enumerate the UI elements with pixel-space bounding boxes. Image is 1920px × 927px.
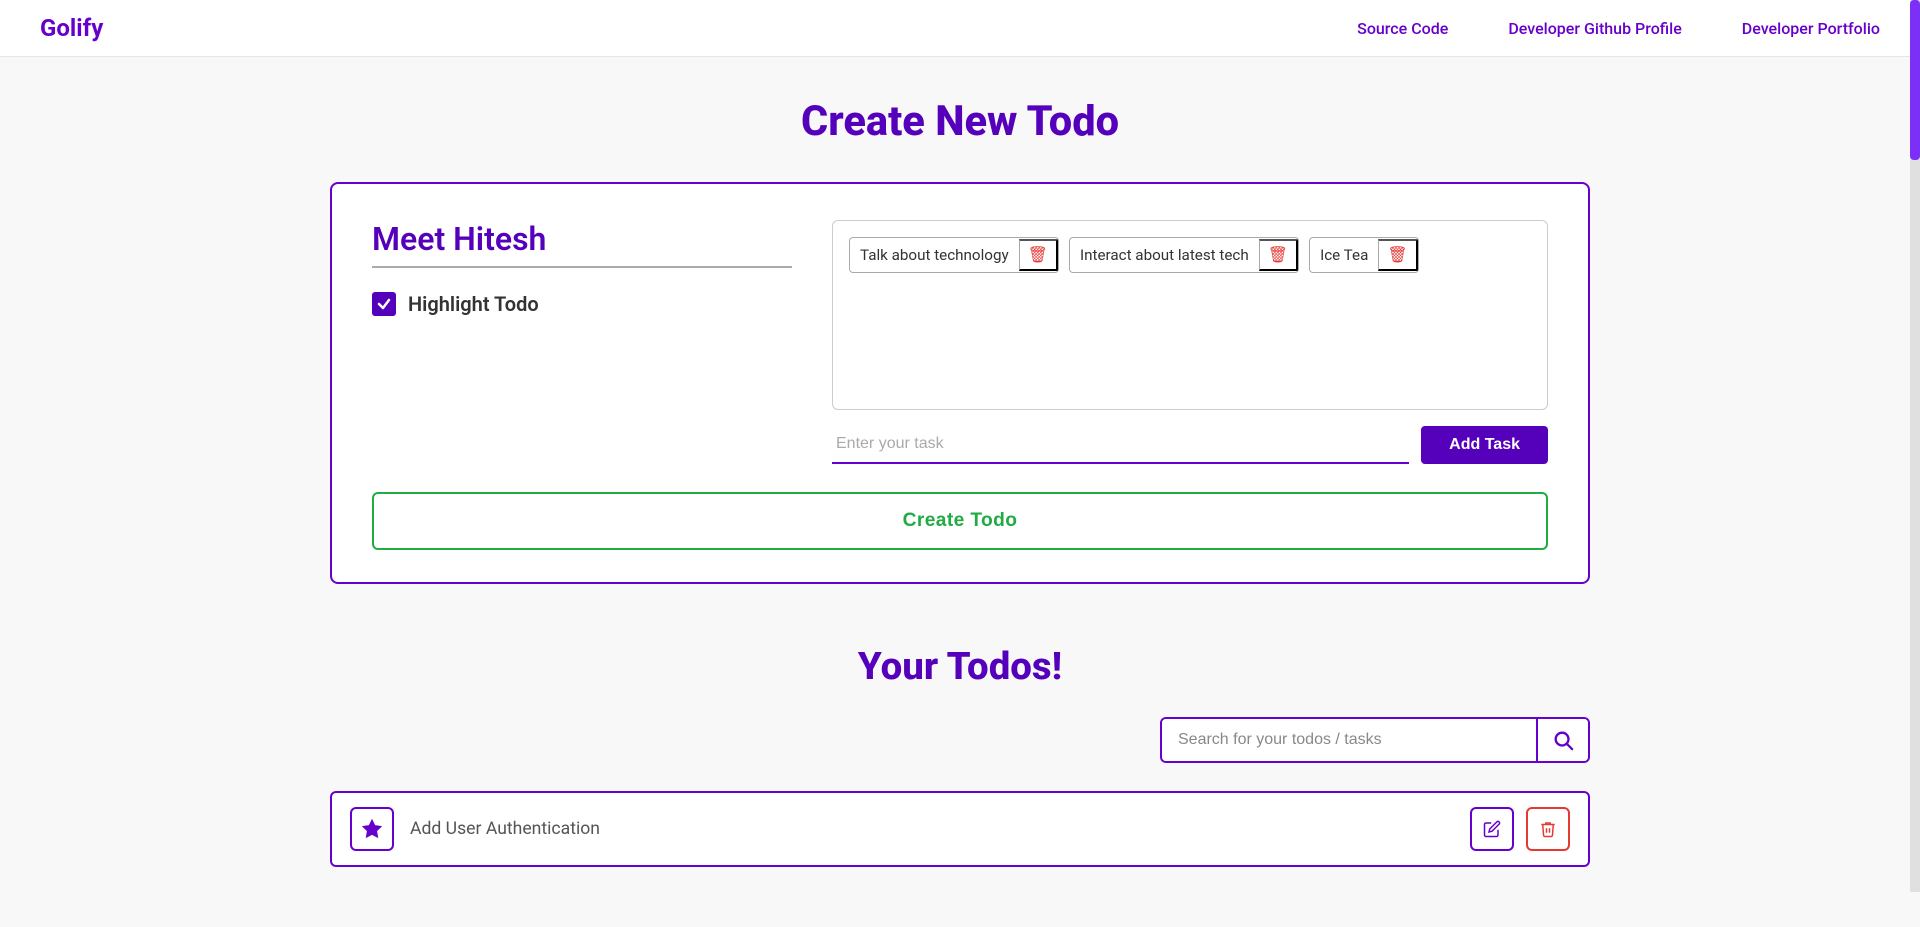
todo-star-button[interactable] bbox=[350, 807, 394, 851]
search-icon bbox=[1552, 729, 1574, 751]
task-tag-text: Ice Tea bbox=[1310, 242, 1378, 268]
todo-item: Add User Authentication bbox=[330, 791, 1590, 867]
todo-item-name: Add User Authentication bbox=[410, 819, 1454, 839]
todo-edit-button[interactable] bbox=[1470, 807, 1514, 851]
create-todo-button[interactable]: Create Todo bbox=[372, 492, 1548, 550]
trash-icon: 🗑 bbox=[1387, 245, 1407, 265]
trash-icon bbox=[1539, 820, 1557, 838]
todo-delete-button[interactable] bbox=[1526, 807, 1570, 851]
task-tag-delete-button[interactable]: 🗑 bbox=[1019, 239, 1058, 271]
todos-section: Your Todos! Add User Authentication bbox=[330, 644, 1590, 867]
scrollbar bbox=[1910, 0, 1920, 892]
dev-github-link[interactable]: Developer Github Profile bbox=[1508, 19, 1681, 38]
card-left: Meet Hitesh Highlight Todo bbox=[372, 220, 792, 464]
user-name: Meet Hitesh bbox=[372, 220, 792, 268]
search-button[interactable] bbox=[1536, 719, 1588, 761]
task-tag-text: Talk about technology bbox=[850, 242, 1019, 268]
todo-actions bbox=[1470, 807, 1570, 851]
task-tag-delete-button[interactable]: 🗑 bbox=[1259, 239, 1298, 271]
task-tag-delete-button[interactable]: 🗑 bbox=[1378, 239, 1417, 271]
edit-icon bbox=[1483, 820, 1501, 838]
task-tag: Talk about technology 🗑 bbox=[849, 237, 1059, 273]
nav-links: Source Code Developer Github Profile Dev… bbox=[1357, 19, 1880, 38]
source-code-link[interactable]: Source Code bbox=[1357, 19, 1448, 38]
create-todo-card: Meet Hitesh Highlight Todo Talk about te… bbox=[330, 182, 1590, 584]
highlight-todo-label: Highlight Todo bbox=[408, 292, 539, 316]
highlight-todo-container[interactable]: Highlight Todo bbox=[372, 292, 792, 316]
task-tag: Ice Tea 🗑 bbox=[1309, 237, 1419, 273]
card-inner: Meet Hitesh Highlight Todo Talk about te… bbox=[372, 220, 1548, 464]
highlight-todo-checkbox[interactable] bbox=[372, 292, 396, 316]
trash-icon: 🗑 bbox=[1268, 245, 1288, 265]
todos-title: Your Todos! bbox=[858, 644, 1062, 689]
main-content: Create New Todo Meet Hitesh Highlight To… bbox=[310, 57, 1610, 927]
task-tag-text: Interact about latest tech bbox=[1070, 242, 1259, 268]
page-title: Create New Todo bbox=[330, 97, 1590, 146]
dev-portfolio-link[interactable]: Developer Portfolio bbox=[1742, 19, 1880, 38]
brand-logo[interactable]: Golify bbox=[40, 14, 103, 42]
search-container bbox=[1160, 717, 1590, 763]
checkmark-icon bbox=[377, 297, 391, 311]
navbar: Golify Source Code Developer Github Prof… bbox=[0, 0, 1920, 57]
task-input[interactable] bbox=[832, 426, 1409, 464]
card-right: Talk about technology🗑Interact about lat… bbox=[832, 220, 1548, 464]
add-task-button[interactable]: Add Task bbox=[1421, 426, 1548, 464]
tasks-display: Talk about technology🗑Interact about lat… bbox=[832, 220, 1548, 410]
scrollbar-thumb bbox=[1910, 0, 1920, 160]
star-icon bbox=[361, 818, 383, 840]
add-task-row: Add Task bbox=[832, 426, 1548, 464]
search-row bbox=[330, 717, 1590, 763]
trash-icon: 🗑 bbox=[1028, 245, 1048, 265]
task-tag: Interact about latest tech 🗑 bbox=[1069, 237, 1299, 273]
search-input[interactable] bbox=[1162, 719, 1536, 761]
